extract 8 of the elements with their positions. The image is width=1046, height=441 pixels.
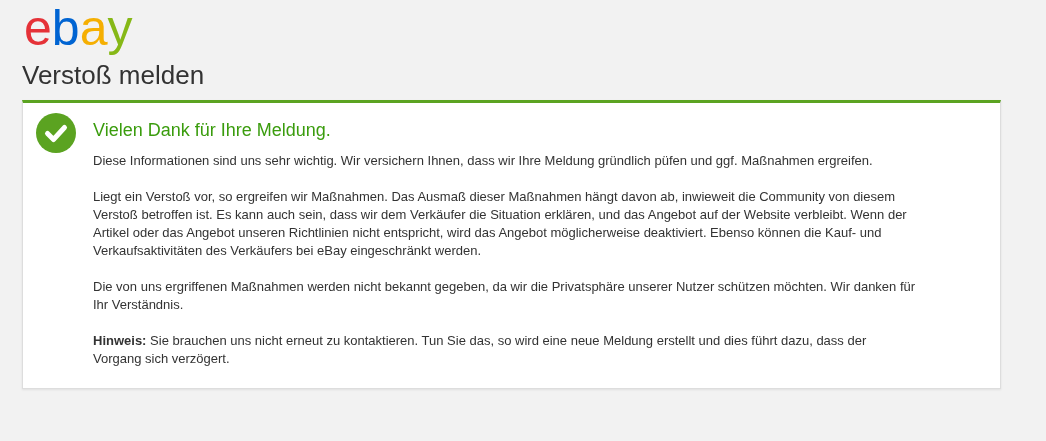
message-paragraph: Die von uns ergriffenen Maßnahmen werden nicht bekannt gegeben, da wir die Privatsphäre unserer Nutzer schützen möchten. Wir danken für Ihr Verständnis. xyxy=(93,278,916,314)
ebay-logo: ebay xyxy=(23,0,134,56)
message-title: Vielen Dank für Ihre Meldung. xyxy=(93,119,332,141)
page-title: Verstoß melden xyxy=(22,60,206,90)
checkmark-icon xyxy=(36,113,76,153)
message-paragraph: Hinweis: Sie brauchen uns nicht erneut zu kontaktieren. Tun Sie das, so wird eine neue Meldung erstellt und dies führt dazu, dass der Vorgang sich verzögert. xyxy=(93,332,868,368)
message-paragraph: Diese Informationen sind uns sehr wichtig. Wir versichern Ihnen, dass wir Ihre Meldung gründlich püfen und ggf. Maßnahmen ergreifen. xyxy=(93,152,874,170)
message-paragraph: Liegt ein Verstoß vor, so ergreifen wir Maßnahmen. Das Ausmaß dieser Maßnahmen hängt davon ab, inwieweit die Community von diesem Verstoß betroffen ist. Es kann auch sein, dass wir dem Verkäufer die Situation erklären, und das Angebot auf der Website verbleibt. Wenn der Artikel oder das Angebot unseren Richtlinien nicht entspricht, wird das Angebot möglicherweise deaktiviert. Ebenso können die Kauf- und Verkaufsaktivitäten des Verkäufers bei eBay eingeschränkt werden. xyxy=(93,188,908,260)
